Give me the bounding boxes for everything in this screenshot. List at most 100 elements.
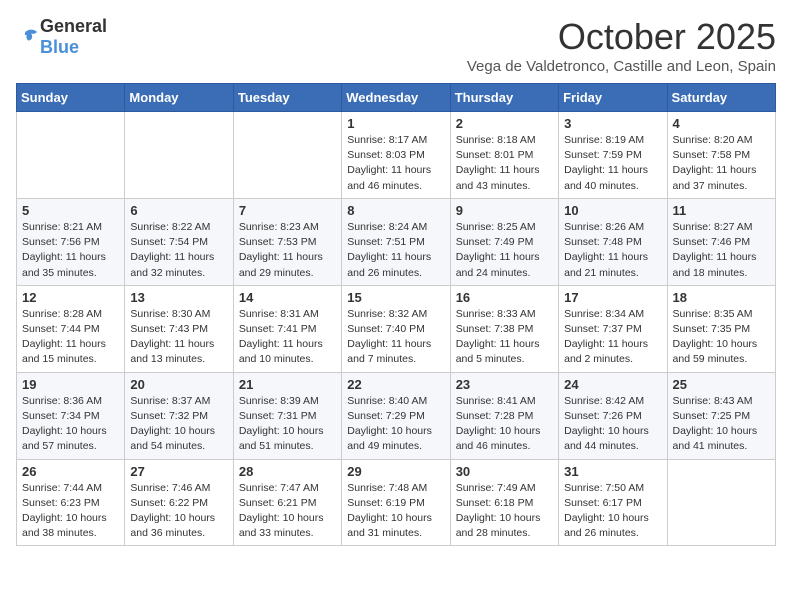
day-cell: 5 Sunrise: 8:21 AM Sunset: 7:56 PM Daylig… <box>17 198 125 285</box>
day-cell: 1 Sunrise: 8:17 AM Sunset: 8:03 PM Daylig… <box>342 112 450 199</box>
week-row-1: 1 Sunrise: 8:17 AM Sunset: 8:03 PM Daylig… <box>17 112 776 199</box>
day-number: 4 <box>673 116 770 131</box>
day-number: 8 <box>347 203 444 218</box>
day-info: Sunrise: 7:47 AM Sunset: 6:21 PM Dayligh… <box>239 481 336 542</box>
day-cell: 22 Sunrise: 8:40 AM Sunset: 7:29 PM Dayli… <box>342 372 450 459</box>
week-row-4: 19 Sunrise: 8:36 AM Sunset: 7:34 PM Dayli… <box>17 372 776 459</box>
weekday-header-monday: Monday <box>125 84 233 112</box>
location-title: Vega de Valdetronco, Castille and Leon, … <box>467 58 776 75</box>
day-number: 29 <box>347 464 444 479</box>
day-number: 9 <box>456 203 553 218</box>
weekday-header-row: SundayMondayTuesdayWednesdayThursdayFrid… <box>17 84 776 112</box>
day-info: Sunrise: 8:24 AM Sunset: 7:51 PM Dayligh… <box>347 220 444 281</box>
day-cell: 14Sunrise: 8:31 AM Sunset: 7:41 PM Dayli… <box>233 285 341 372</box>
day-number: 31 <box>564 464 661 479</box>
day-number: 25 <box>673 377 770 392</box>
day-cell: 29 Sunrise: 7:48 AM Sunset: 6:19 PM Dayli… <box>342 459 450 546</box>
day-info: Sunrise: 8:36 AM Sunset: 7:34 PM Dayligh… <box>22 394 119 455</box>
weekday-header-sunday: Sunday <box>17 84 125 112</box>
day-number: 27 <box>130 464 227 479</box>
day-number: 1 <box>347 116 444 131</box>
day-number: 28 <box>239 464 336 479</box>
day-info: Sunrise: 8:28 AM Sunset: 7:44 PM Dayligh… <box>22 307 119 368</box>
day-cell: 7 Sunrise: 8:23 AM Sunset: 7:53 PM Daylig… <box>233 198 341 285</box>
day-number: 5 <box>22 203 119 218</box>
day-number: 14 <box>239 290 336 305</box>
day-number: 12 <box>22 290 119 305</box>
day-number: 7 <box>239 203 336 218</box>
day-info: Sunrise: 8:20 AM Sunset: 7:58 PM Dayligh… <box>673 133 770 194</box>
day-info: Sunrise: 8:35 AM Sunset: 7:35 PM Dayligh… <box>673 307 770 368</box>
day-info: Sunrise: 8:27 AM Sunset: 7:46 PM Dayligh… <box>673 220 770 281</box>
day-info: Sunrise: 7:48 AM Sunset: 6:19 PM Dayligh… <box>347 481 444 542</box>
day-cell: 19 Sunrise: 8:36 AM Sunset: 7:34 PM Dayli… <box>17 372 125 459</box>
day-number: 19 <box>22 377 119 392</box>
day-info: Sunrise: 8:17 AM Sunset: 8:03 PM Dayligh… <box>347 133 444 194</box>
weekday-header-wednesday: Wednesday <box>342 84 450 112</box>
calendar-table: SundayMondayTuesdayWednesdayThursdayFrid… <box>16 83 776 546</box>
weekday-header-saturday: Saturday <box>667 84 775 112</box>
day-cell: 8 Sunrise: 8:24 AM Sunset: 7:51 PM Daylig… <box>342 198 450 285</box>
day-number: 13 <box>130 290 227 305</box>
logo-blue-text: Blue <box>40 37 79 57</box>
day-cell: 4 Sunrise: 8:20 AM Sunset: 7:58 PM Daylig… <box>667 112 775 199</box>
day-info: Sunrise: 8:19 AM Sunset: 7:59 PM Dayligh… <box>564 133 661 194</box>
day-cell: 26Sunrise: 7:44 AM Sunset: 6:23 PM Dayli… <box>17 459 125 546</box>
day-number: 26 <box>22 464 119 479</box>
day-info: Sunrise: 7:49 AM Sunset: 6:18 PM Dayligh… <box>456 481 553 542</box>
weekday-header-friday: Friday <box>559 84 667 112</box>
day-number: 6 <box>130 203 227 218</box>
day-cell <box>125 112 233 199</box>
day-cell: 21Sunrise: 8:39 AM Sunset: 7:31 PM Dayli… <box>233 372 341 459</box>
day-number: 11 <box>673 203 770 218</box>
weekday-header-tuesday: Tuesday <box>233 84 341 112</box>
weekday-header-thursday: Thursday <box>450 84 558 112</box>
day-cell: 2 Sunrise: 8:18 AM Sunset: 8:01 PM Daylig… <box>450 112 558 199</box>
day-cell: 17 Sunrise: 8:34 AM Sunset: 7:37 PM Dayli… <box>559 285 667 372</box>
day-info: Sunrise: 8:34 AM Sunset: 7:37 PM Dayligh… <box>564 307 661 368</box>
day-info: Sunrise: 8:39 AM Sunset: 7:31 PM Dayligh… <box>239 394 336 455</box>
day-info: Sunrise: 8:23 AM Sunset: 7:53 PM Dayligh… <box>239 220 336 281</box>
day-info: Sunrise: 7:50 AM Sunset: 6:17 PM Dayligh… <box>564 481 661 542</box>
day-cell: 18 Sunrise: 8:35 AM Sunset: 7:35 PM Dayli… <box>667 285 775 372</box>
day-cell <box>233 112 341 199</box>
day-cell: 20Sunrise: 8:37 AM Sunset: 7:32 PM Dayli… <box>125 372 233 459</box>
day-cell: 30Sunrise: 7:49 AM Sunset: 6:18 PM Dayli… <box>450 459 558 546</box>
day-number: 17 <box>564 290 661 305</box>
day-info: Sunrise: 8:30 AM Sunset: 7:43 PM Dayligh… <box>130 307 227 368</box>
day-number: 23 <box>456 377 553 392</box>
week-row-3: 12 Sunrise: 8:28 AM Sunset: 7:44 PM Dayli… <box>17 285 776 372</box>
title-block: October 2025 Vega de Valdetronco, Castil… <box>467 16 776 75</box>
day-number: 24 <box>564 377 661 392</box>
day-cell: 3 Sunrise: 8:19 AM Sunset: 7:59 PM Daylig… <box>559 112 667 199</box>
day-info: Sunrise: 7:46 AM Sunset: 6:22 PM Dayligh… <box>130 481 227 542</box>
day-cell: 12 Sunrise: 8:28 AM Sunset: 7:44 PM Dayli… <box>17 285 125 372</box>
day-number: 3 <box>564 116 661 131</box>
day-number: 22 <box>347 377 444 392</box>
day-cell: 9 Sunrise: 8:25 AM Sunset: 7:49 PM Daylig… <box>450 198 558 285</box>
page-header: General Blue October 2025 Vega de Valdet… <box>16 16 776 75</box>
day-number: 10 <box>564 203 661 218</box>
day-number: 20 <box>130 377 227 392</box>
day-cell: 27 Sunrise: 7:46 AM Sunset: 6:22 PM Dayli… <box>125 459 233 546</box>
day-number: 18 <box>673 290 770 305</box>
day-number: 15 <box>347 290 444 305</box>
day-info: Sunrise: 8:40 AM Sunset: 7:29 PM Dayligh… <box>347 394 444 455</box>
day-cell: 10Sunrise: 8:26 AM Sunset: 7:48 PM Dayli… <box>559 198 667 285</box>
day-cell: 15Sunrise: 8:32 AM Sunset: 7:40 PM Dayli… <box>342 285 450 372</box>
day-info: Sunrise: 8:25 AM Sunset: 7:49 PM Dayligh… <box>456 220 553 281</box>
day-cell: 16 Sunrise: 8:33 AM Sunset: 7:38 PM Dayli… <box>450 285 558 372</box>
day-info: Sunrise: 8:43 AM Sunset: 7:25 PM Dayligh… <box>673 394 770 455</box>
day-info: Sunrise: 8:18 AM Sunset: 8:01 PM Dayligh… <box>456 133 553 194</box>
logo-bird-icon <box>18 26 40 48</box>
day-number: 16 <box>456 290 553 305</box>
day-cell <box>667 459 775 546</box>
day-info: Sunrise: 8:22 AM Sunset: 7:54 PM Dayligh… <box>130 220 227 281</box>
day-info: Sunrise: 8:21 AM Sunset: 7:56 PM Dayligh… <box>22 220 119 281</box>
month-title: October 2025 <box>467 16 776 58</box>
logo-general-text: General <box>40 16 107 36</box>
day-number: 2 <box>456 116 553 131</box>
day-info: Sunrise: 8:33 AM Sunset: 7:38 PM Dayligh… <box>456 307 553 368</box>
day-cell: 6 Sunrise: 8:22 AM Sunset: 7:54 PM Daylig… <box>125 198 233 285</box>
logo: General Blue <box>16 16 107 58</box>
